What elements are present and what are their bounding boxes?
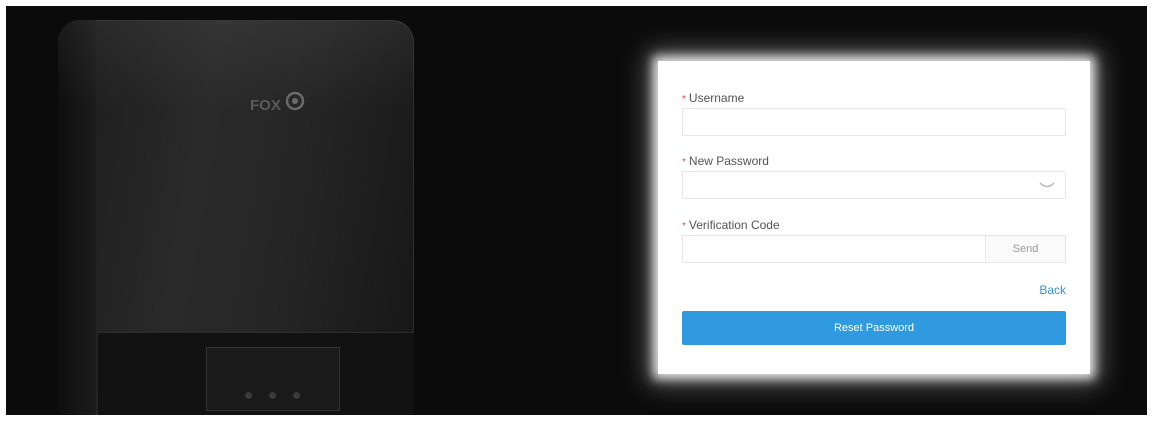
- back-link[interactable]: Back: [1039, 283, 1066, 297]
- username-label: * Username: [682, 91, 744, 105]
- reset-password-card: * Username * New Password * Verification Co…: [658, 61, 1090, 374]
- new-password-label-text: New Password: [688, 154, 769, 168]
- required-marker: *: [682, 94, 686, 105]
- device-display: [206, 347, 340, 411]
- verification-code-label: * Verification Code: [682, 218, 780, 232]
- indicator-led: [293, 392, 300, 399]
- send-code-button[interactable]: Send: [985, 235, 1066, 263]
- indicator-led: [245, 392, 252, 399]
- username-label-text: Username: [688, 91, 745, 105]
- reset-password-button[interactable]: Reset Password: [682, 311, 1066, 345]
- new-password-input[interactable]: [682, 171, 1066, 199]
- device-front-panel: [98, 332, 414, 415]
- username-input[interactable]: [682, 108, 1066, 136]
- device-sheen: [58, 20, 414, 110]
- verification-code-label-text: Verification Code: [688, 218, 780, 232]
- svg-text:FOX: FOX: [250, 97, 281, 114]
- inverter-device-image: FOX: [58, 20, 414, 415]
- verification-code-input[interactable]: [682, 235, 986, 263]
- login-background: FOX * Username * New Password * Verifica…: [6, 6, 1147, 415]
- required-marker: *: [682, 157, 686, 168]
- indicator-led: [269, 392, 276, 399]
- required-marker: *: [682, 221, 686, 232]
- eye-closed-icon[interactable]: [1039, 180, 1055, 190]
- fox-ess-logo-icon: FOX: [250, 91, 305, 114]
- new-password-label: * New Password: [682, 154, 769, 168]
